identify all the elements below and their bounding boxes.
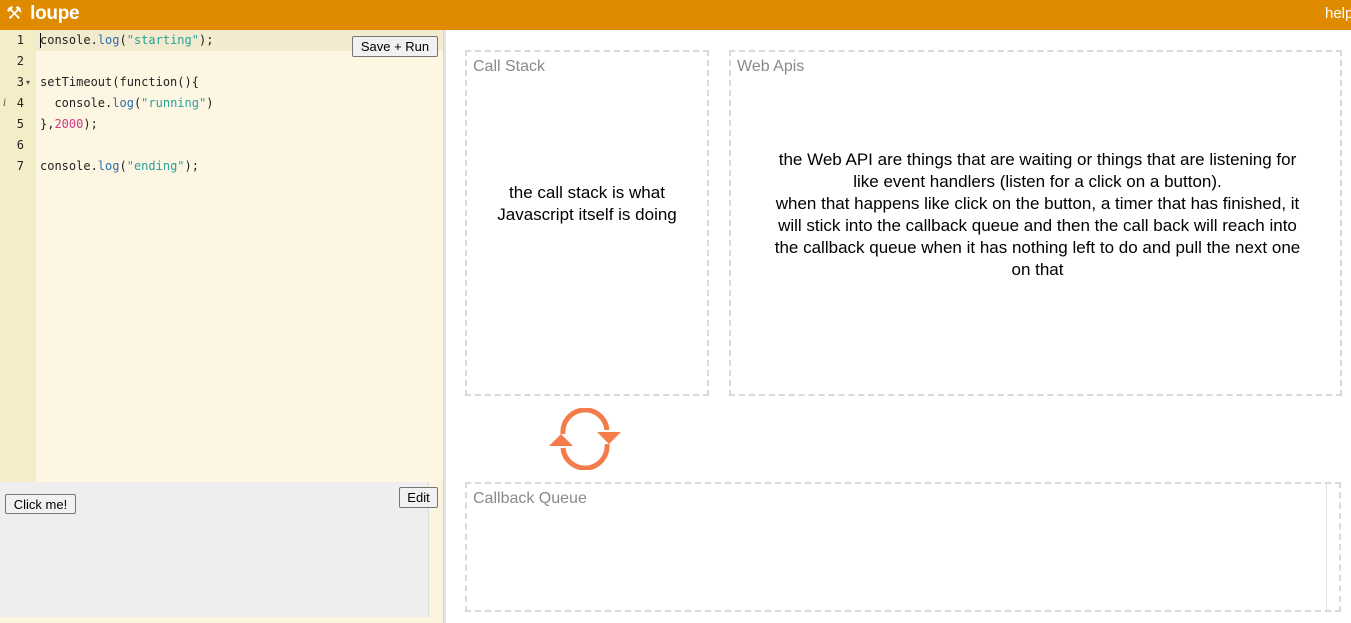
- web-apis-note: the Web API are things that are waiting …: [774, 150, 1301, 279]
- callback-queue-scrollbar[interactable]: [1326, 484, 1327, 610]
- code-line[interactable]: setTimeout(function(){: [40, 72, 199, 93]
- web-apis-box: Web Apis the Web API are things that are…: [729, 50, 1342, 396]
- code-line[interactable]: },2000);: [40, 114, 98, 135]
- callback-queue-title: Callback Queue: [473, 490, 587, 507]
- line-number: 1: [16, 33, 24, 47]
- top-bar: ⚒ loupe help: [0, 0, 1351, 30]
- save-run-button[interactable]: Save + Run: [352, 36, 438, 57]
- call-stack-box: Call Stack the call stack is what Javasc…: [465, 50, 709, 396]
- line-number-gutter: 1 2 3 ▾ i 4 5 6 7: [0, 30, 36, 482]
- help-link[interactable]: help: [1325, 5, 1351, 23]
- code-line[interactable]: console.log("ending");: [40, 156, 199, 177]
- code-line[interactable]: console.log("running"): [40, 93, 213, 114]
- edit-html-button[interactable]: Edit: [399, 487, 438, 508]
- click-me-button[interactable]: Click me!: [5, 494, 76, 514]
- line-number: 3: [16, 75, 24, 89]
- logo[interactable]: ⚒ loupe: [6, 3, 80, 25]
- callback-queue-box: Callback Queue: [465, 482, 1341, 612]
- logo-text: loupe: [30, 3, 80, 24]
- code-editor[interactable]: console.log("starting"); setTimeout(func…: [36, 30, 443, 482]
- html-preview-area: Click me! Edit: [0, 482, 438, 617]
- call-stack-title: Call Stack: [473, 58, 546, 75]
- line-number: 6: [16, 138, 24, 152]
- line-number: 4: [16, 96, 24, 110]
- editor-panel: 1 2 3 ▾ i 4 5 6 7 console.log("starting"…: [0, 30, 443, 623]
- panel-resize-handle[interactable]: [443, 30, 446, 623]
- line-number: 7: [16, 159, 24, 173]
- hammer-and-wrench-icon: ⚒: [6, 3, 23, 24]
- web-apis-title: Web Apis: [737, 58, 805, 75]
- fold-arrow-icon[interactable]: ▾: [26, 72, 30, 93]
- line-number: 2: [16, 54, 24, 68]
- call-stack-note: the call stack is what Javascript itself…: [497, 183, 677, 224]
- text-cursor: [40, 33, 41, 48]
- event-loop-refresh-icon: [549, 408, 621, 470]
- code-line[interactable]: console.log("starting");: [40, 30, 213, 51]
- line-number: 5: [16, 117, 24, 131]
